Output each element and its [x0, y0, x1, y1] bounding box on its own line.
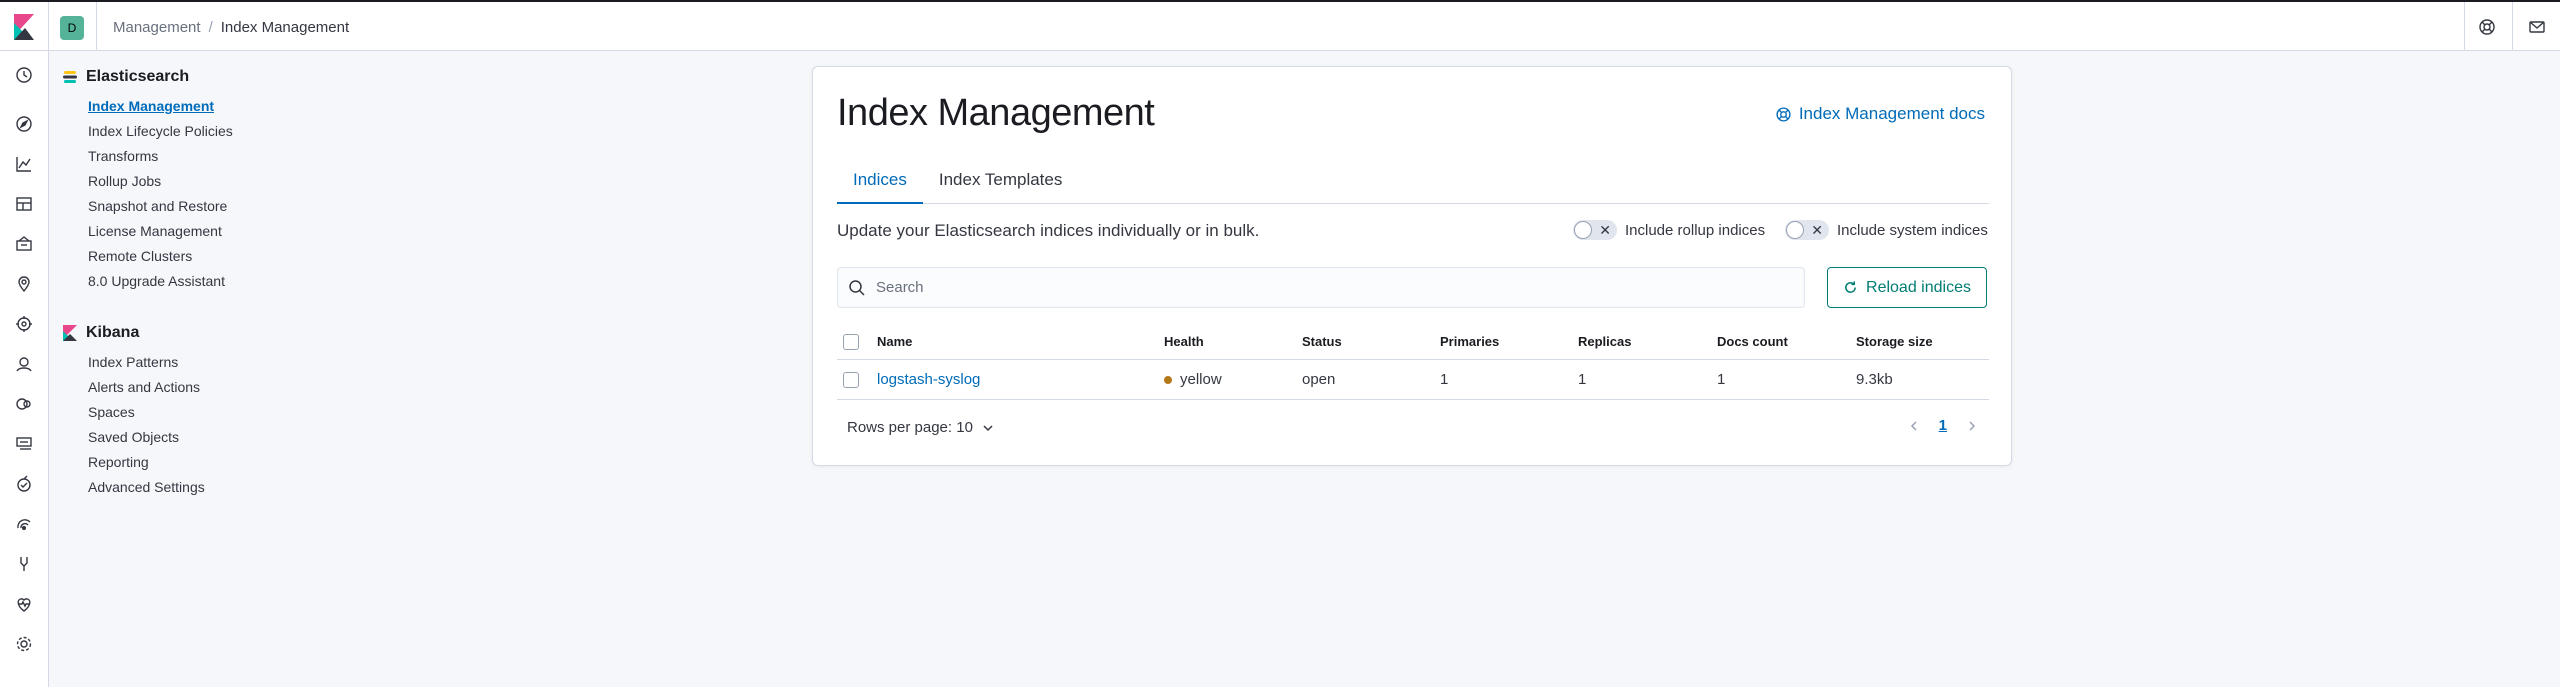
index-management-panel: Index Management Index Management docs I…	[812, 66, 2012, 466]
rows-per-page-label: Rows per page: 10	[847, 419, 973, 436]
canvas-icon[interactable]	[14, 234, 34, 254]
breadcrumb: Management / Index Management	[113, 19, 349, 36]
column-header-name[interactable]: Name	[877, 325, 1164, 360]
primaries-cell: 1	[1440, 359, 1578, 400]
header-divider	[2464, 2, 2465, 51]
help-icon	[1776, 106, 1791, 122]
system-toggle-label: Include system indices	[1837, 221, 1988, 239]
kibana-logo-icon	[63, 325, 77, 341]
include-rollup-toggle[interactable]: ✕ Include rollup indices	[1573, 220, 1765, 240]
column-header-status[interactable]: Status	[1302, 325, 1440, 360]
sidenav-item-rollup-jobs[interactable]: Rollup Jobs	[62, 169, 312, 194]
dev-tools-icon[interactable]	[14, 554, 34, 574]
sidenav-section-title: Elasticsearch	[86, 68, 190, 85]
include-system-toggle[interactable]: ✕ Include system indices	[1785, 220, 1988, 240]
sidenav-item-remote-clusters[interactable]: Remote Clusters	[62, 244, 312, 269]
health-value: yellow	[1180, 370, 1222, 388]
system-switch[interactable]: ✕	[1785, 220, 1829, 240]
select-all-checkbox[interactable]	[843, 334, 859, 351]
rollup-toggle-label: Include rollup indices	[1625, 221, 1766, 239]
health-status-dot	[1164, 375, 1172, 384]
logs-icon[interactable]	[14, 434, 34, 454]
header-divider	[2512, 2, 2513, 51]
sidenav-item-spaces[interactable]: Spaces	[62, 400, 312, 425]
stack-monitoring-icon[interactable]	[14, 594, 34, 614]
help-icon[interactable]	[2477, 17, 2497, 37]
column-header-replicas[interactable]: Replicas	[1578, 325, 1717, 360]
docs-count-cell: 1	[1717, 359, 1856, 400]
page-button-1[interactable]: 1	[1939, 417, 1947, 434]
maps-icon[interactable]	[14, 274, 34, 294]
breadcrumb-management[interactable]: Management	[113, 19, 201, 36]
management-gear-icon[interactable]	[14, 634, 34, 654]
table-header-row: Name Health Status Primaries Replicas Do…	[837, 325, 1989, 360]
visualize-chart-icon[interactable]	[14, 154, 34, 174]
sidenav-section-title: Kibana	[86, 324, 140, 341]
tab-bar: Indices Index Templates	[837, 163, 1989, 204]
dashboard-icon[interactable]	[14, 194, 34, 214]
sidenav-item-advanced-settings[interactable]: Advanced Settings	[62, 475, 312, 500]
column-header-storage-size[interactable]: Storage size	[1856, 325, 1989, 360]
breadcrumb-separator: /	[208, 19, 213, 36]
column-header-docs-count[interactable]: Docs count	[1717, 325, 1856, 360]
sidenav-item-license-management[interactable]: License Management	[62, 219, 312, 244]
column-header-primaries[interactable]: Primaries	[1440, 325, 1578, 360]
space-avatar[interactable]: D	[60, 16, 84, 40]
header-divider	[96, 2, 97, 51]
sidenav-item-transforms[interactable]: Transforms	[62, 144, 312, 169]
page-description: Update your Elasticsearch indices indivi…	[837, 221, 1260, 240]
search-icon	[849, 280, 865, 296]
chevron-right-icon[interactable]	[1965, 419, 1979, 433]
sidenav-item-index-lifecycle-policies[interactable]: Index Lifecycle Policies	[62, 119, 312, 144]
rollup-switch[interactable]: ✕	[1573, 220, 1617, 240]
sidenav-section-elasticsearch: Elasticsearch	[62, 66, 312, 88]
sidenav-item-reporting[interactable]: Reporting	[62, 450, 312, 475]
top-header: D Management / Index Management	[0, 0, 2560, 51]
header-divider	[48, 2, 49, 51]
sidenav-item-index-patterns[interactable]: Index Patterns	[62, 350, 312, 375]
chevron-left-icon[interactable]	[1907, 419, 1921, 433]
indices-table: Name Health Status Primaries Replicas Do…	[837, 325, 1989, 400]
management-sidenav: Elasticsearch Index Management Index Lif…	[62, 66, 312, 500]
nav-rail	[0, 51, 49, 687]
tab-indices[interactable]: Indices	[837, 163, 923, 204]
row-checkbox[interactable]	[843, 371, 859, 388]
refresh-icon	[1845, 281, 1856, 293]
tab-index-templates[interactable]: Index Templates	[923, 163, 1078, 204]
ml-icon[interactable]	[14, 314, 34, 334]
sidenav-section-kibana: Kibana	[62, 322, 312, 344]
storage-size-cell: 9.3kb	[1856, 359, 1989, 400]
health-cell: yellow	[1164, 359, 1302, 400]
elasticsearch-logo-icon	[63, 71, 77, 83]
search-field[interactable]	[837, 267, 1805, 308]
graph-icon[interactable]	[14, 354, 34, 374]
sidenav-item-snapshot-restore[interactable]: Snapshot and Restore	[62, 194, 312, 219]
replicas-cell: 1	[1578, 359, 1717, 400]
recently-viewed-clock-icon[interactable]	[14, 65, 34, 85]
apm-icon[interactable]	[14, 474, 34, 494]
sidenav-item-index-management[interactable]: Index Management	[62, 94, 312, 119]
column-header-health[interactable]: Health	[1164, 325, 1302, 360]
metrics-icon[interactable]	[14, 394, 34, 414]
sidenav-item-saved-objects[interactable]: Saved Objects	[62, 425, 312, 450]
uptime-icon[interactable]	[14, 514, 34, 534]
discover-compass-icon[interactable]	[14, 114, 34, 134]
reload-indices-button[interactable]: Reload indices	[1827, 267, 1987, 308]
docs-link[interactable]: Index Management docs	[1775, 104, 1985, 124]
page-title: Index Management	[837, 92, 1155, 134]
docs-link-label: Index Management docs	[1798, 104, 1985, 123]
chevron-down-icon	[983, 424, 993, 431]
sidenav-item-upgrade-assistant[interactable]: 8.0 Upgrade Assistant	[62, 269, 312, 294]
sidenav-item-alerts-actions[interactable]: Alerts and Actions	[62, 375, 312, 400]
kibana-logo-icon[interactable]	[12, 14, 36, 40]
index-name-link[interactable]: logstash-syslog	[877, 371, 980, 388]
reload-indices-label: Reload indices	[1866, 278, 1971, 296]
table-row: logstash-syslog yellow open 1 1 1 9.3kb	[837, 359, 1989, 400]
pagination: 1	[1907, 417, 1979, 434]
rows-per-page-select[interactable]: Rows per page: 10	[847, 419, 995, 436]
newsfeed-mail-icon[interactable]	[2527, 17, 2547, 37]
status-cell: open	[1302, 359, 1440, 400]
search-input[interactable]	[876, 268, 1796, 307]
breadcrumb-current: Index Management	[220, 19, 350, 36]
